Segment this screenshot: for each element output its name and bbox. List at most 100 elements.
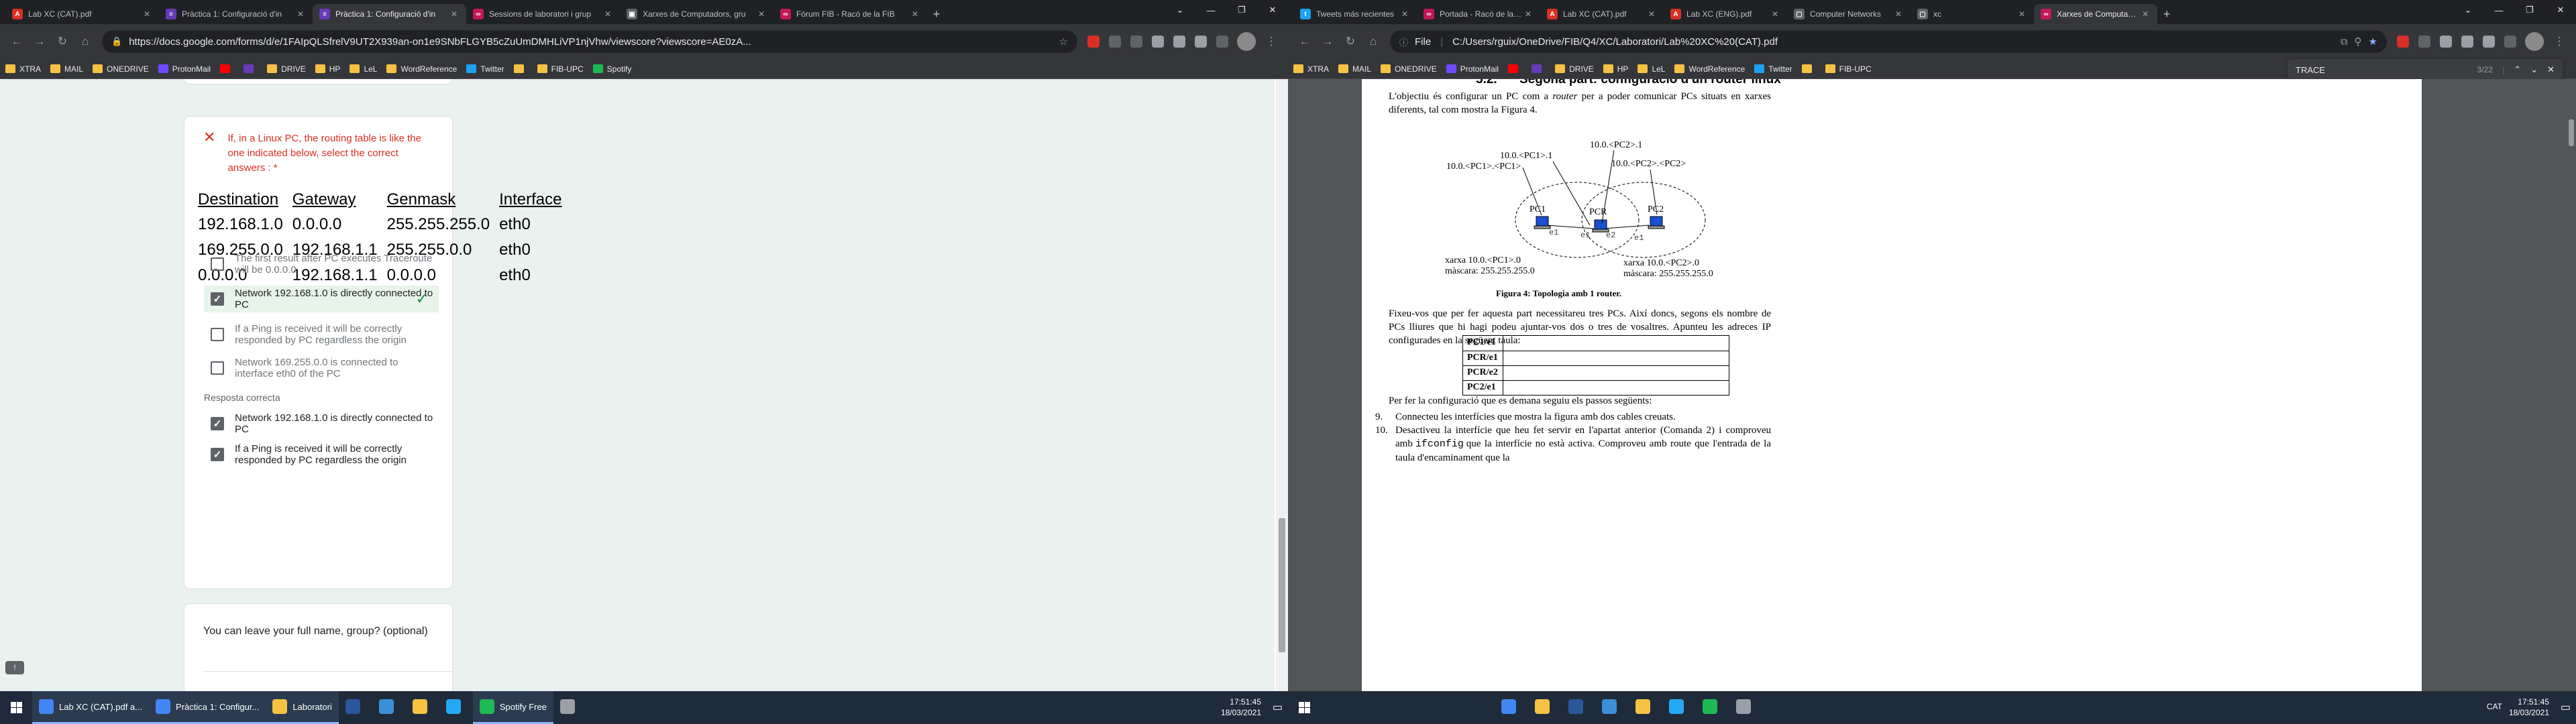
menu-kebab-icon[interactable]: ⋮ xyxy=(2548,30,2571,53)
bookmark-item[interactable]: DRIVE xyxy=(267,64,306,74)
tab-item[interactable]: ▣ Xarxes de Computadors, gru ✕ xyxy=(620,4,773,24)
close-tab-icon[interactable]: ✕ xyxy=(449,9,460,19)
profile-avatar[interactable] xyxy=(2525,32,2544,51)
bookmark-item[interactable] xyxy=(513,64,528,73)
feedback-icon[interactable]: ! xyxy=(5,661,24,674)
bookmark-item[interactable] xyxy=(244,64,258,73)
profile-avatar[interactable] xyxy=(1237,32,1256,51)
close-tab-icon[interactable]: ✕ xyxy=(1523,9,1534,19)
ip-row-value[interactable] xyxy=(1503,381,1729,395)
taskbar-app[interactable]: Lab XC (CAT).pdf a... xyxy=(32,691,150,724)
reload-button[interactable]: ↻ xyxy=(51,30,74,53)
bookmark-item[interactable]: XTRA xyxy=(1293,64,1329,74)
bookmark-item[interactable]: DRIVE xyxy=(1555,64,1594,74)
share-icon[interactable]: ⧉ xyxy=(2341,36,2348,48)
taskbar-app[interactable] xyxy=(1629,691,1662,724)
address-bar[interactable]: 🔒 https://docs.google.com/forms/d/e/1FAI… xyxy=(102,30,1077,53)
bookmark-item[interactable]: WordReference xyxy=(1674,64,1745,74)
name-input-underline[interactable] xyxy=(203,671,451,672)
forward-button[interactable]: → xyxy=(28,30,51,53)
checkbox[interactable] xyxy=(211,257,224,271)
bookmark-item[interactable]: Twitter xyxy=(1754,64,1792,74)
tab-item[interactable]: ≡ Pràctica 1: Configuració d'in ✕ xyxy=(313,4,466,24)
checkbox[interactable] xyxy=(211,328,224,341)
taskbar-app[interactable]: Laboratori xyxy=(266,691,339,724)
minimize-button[interactable]: — xyxy=(2483,0,2514,20)
close-tab-icon[interactable]: ✕ xyxy=(1770,9,1780,19)
taskbar-app[interactable] xyxy=(372,691,406,724)
extension-icon[interactable] xyxy=(1190,31,1212,52)
taskbar-app[interactable] xyxy=(339,691,372,724)
close-tab-icon[interactable]: ✕ xyxy=(1893,9,1904,19)
extension-icon[interactable] xyxy=(2435,31,2457,52)
tab-item[interactable]: A Lab XC (CAT).pdf ✕ xyxy=(1540,4,1664,24)
tab-item[interactable]: ▢ Computer Networks ✕ xyxy=(1787,4,1911,24)
checkbox[interactable]: ✓ xyxy=(211,292,224,306)
menu-kebab-icon[interactable]: ⋮ xyxy=(1260,30,1283,53)
bookmark-item[interactable] xyxy=(1508,64,1522,73)
language-indicator[interactable]: CAT xyxy=(2487,702,2502,711)
tab-search-icon[interactable]: ⌄ xyxy=(1165,0,1195,20)
bookmark-item[interactable]: MAIL xyxy=(1338,64,1371,74)
tab-item[interactable]: ≡ Pràctica 1: Configuració d'in ✕ xyxy=(159,4,313,24)
new-tab-button[interactable]: + xyxy=(927,4,946,24)
extension-icon[interactable] xyxy=(1104,31,1126,52)
checkbox[interactable] xyxy=(211,361,224,375)
bookmark-item[interactable] xyxy=(220,64,234,73)
taskbar-app[interactable] xyxy=(1562,691,1595,724)
close-window-button[interactable]: ✕ xyxy=(2545,0,2576,20)
close-tab-icon[interactable]: ✕ xyxy=(2017,9,2027,19)
bookmark-item[interactable]: ONEDRIVE xyxy=(1381,64,1437,74)
close-tab-icon[interactable]: ✕ xyxy=(142,9,152,19)
home-button[interactable]: ⌂ xyxy=(1362,30,1385,53)
scrollbar-thumb[interactable] xyxy=(1279,518,1285,652)
find-previous-icon[interactable]: ⌃ xyxy=(2514,64,2521,75)
tab-item[interactable]: ∞ Fòrum FIB - Racó de la FIB ✕ xyxy=(773,4,927,24)
start-button[interactable] xyxy=(1288,691,1320,724)
close-tab-icon[interactable]: ✕ xyxy=(295,9,306,19)
taskbar-app[interactable] xyxy=(1729,691,1763,724)
extension-icon[interactable] xyxy=(2457,31,2478,52)
bookmark-item[interactable]: LeL xyxy=(1638,64,1665,74)
maximize-button[interactable]: ❐ xyxy=(1226,0,1257,20)
ip-row-value[interactable] xyxy=(1503,351,1729,365)
address-bar[interactable]: ⓘ File | C:/Users/rguix/OneDrive/FIB/Q4/… xyxy=(1390,30,2387,53)
bookmark-item[interactable]: WordReference xyxy=(386,64,457,74)
home-button[interactable]: ⌂ xyxy=(74,30,97,53)
close-window-button[interactable]: ✕ xyxy=(1257,0,1288,20)
tab-item[interactable]: t Tweets más recientes ✕ xyxy=(1293,4,1417,24)
taskbar-app[interactable]: Spotify Free xyxy=(472,691,553,724)
tab-search-icon[interactable]: ⌄ xyxy=(2453,0,2483,20)
extension-icon[interactable] xyxy=(2500,31,2521,52)
bookmark-item[interactable]: Spotify xyxy=(592,64,631,74)
bookmark-item[interactable]: HP xyxy=(1603,64,1628,74)
tab-item[interactable]: ∞ Sessions de laboratori i grup ✕ xyxy=(466,4,620,24)
bookmark-item[interactable]: FIB-UPC xyxy=(537,64,584,74)
back-button[interactable]: ← xyxy=(1293,30,1316,53)
find-next-icon[interactable]: ⌄ xyxy=(2530,64,2538,75)
bookmark-item[interactable] xyxy=(1532,64,1546,73)
tab-item[interactable]: ∞ Xarxes de Computado... ✕ xyxy=(2034,4,2157,24)
close-tab-icon[interactable]: ✕ xyxy=(2140,9,2151,19)
tab-item[interactable]: A Lab XC (ENG).pdf ✕ xyxy=(1664,4,1787,24)
forward-button[interactable]: → xyxy=(1316,30,1339,53)
page-scrollbar[interactable] xyxy=(1276,79,1288,691)
bookmark-item[interactable]: FIB-UPC xyxy=(1825,64,1872,74)
bookmark-item[interactable]: HP xyxy=(315,64,340,74)
bookmark-star-icon[interactable]: ☆ xyxy=(1059,36,1068,48)
extension-icon[interactable] xyxy=(2414,31,2435,52)
taskbar-app[interactable] xyxy=(1595,691,1629,724)
ip-row-value[interactable] xyxy=(1503,336,1729,351)
reload-button[interactable]: ↻ xyxy=(1339,30,1362,53)
close-tab-icon[interactable]: ✕ xyxy=(1399,9,1410,19)
close-tab-icon[interactable]: ✕ xyxy=(756,9,767,19)
taskbar-app[interactable] xyxy=(1696,691,1729,724)
extension-icon[interactable] xyxy=(1126,31,1147,52)
taskbar-clock[interactable]: 17:51:45 18/03/2021 xyxy=(1221,697,1261,718)
notification-icon[interactable]: ▭ xyxy=(2561,701,2571,714)
minimize-button[interactable]: — xyxy=(1195,0,1226,20)
back-button[interactable]: ← xyxy=(5,30,28,53)
bookmark-item[interactable]: LeL xyxy=(350,64,377,74)
taskbar-app[interactable] xyxy=(439,691,473,724)
extension-icon[interactable] xyxy=(1147,31,1169,52)
